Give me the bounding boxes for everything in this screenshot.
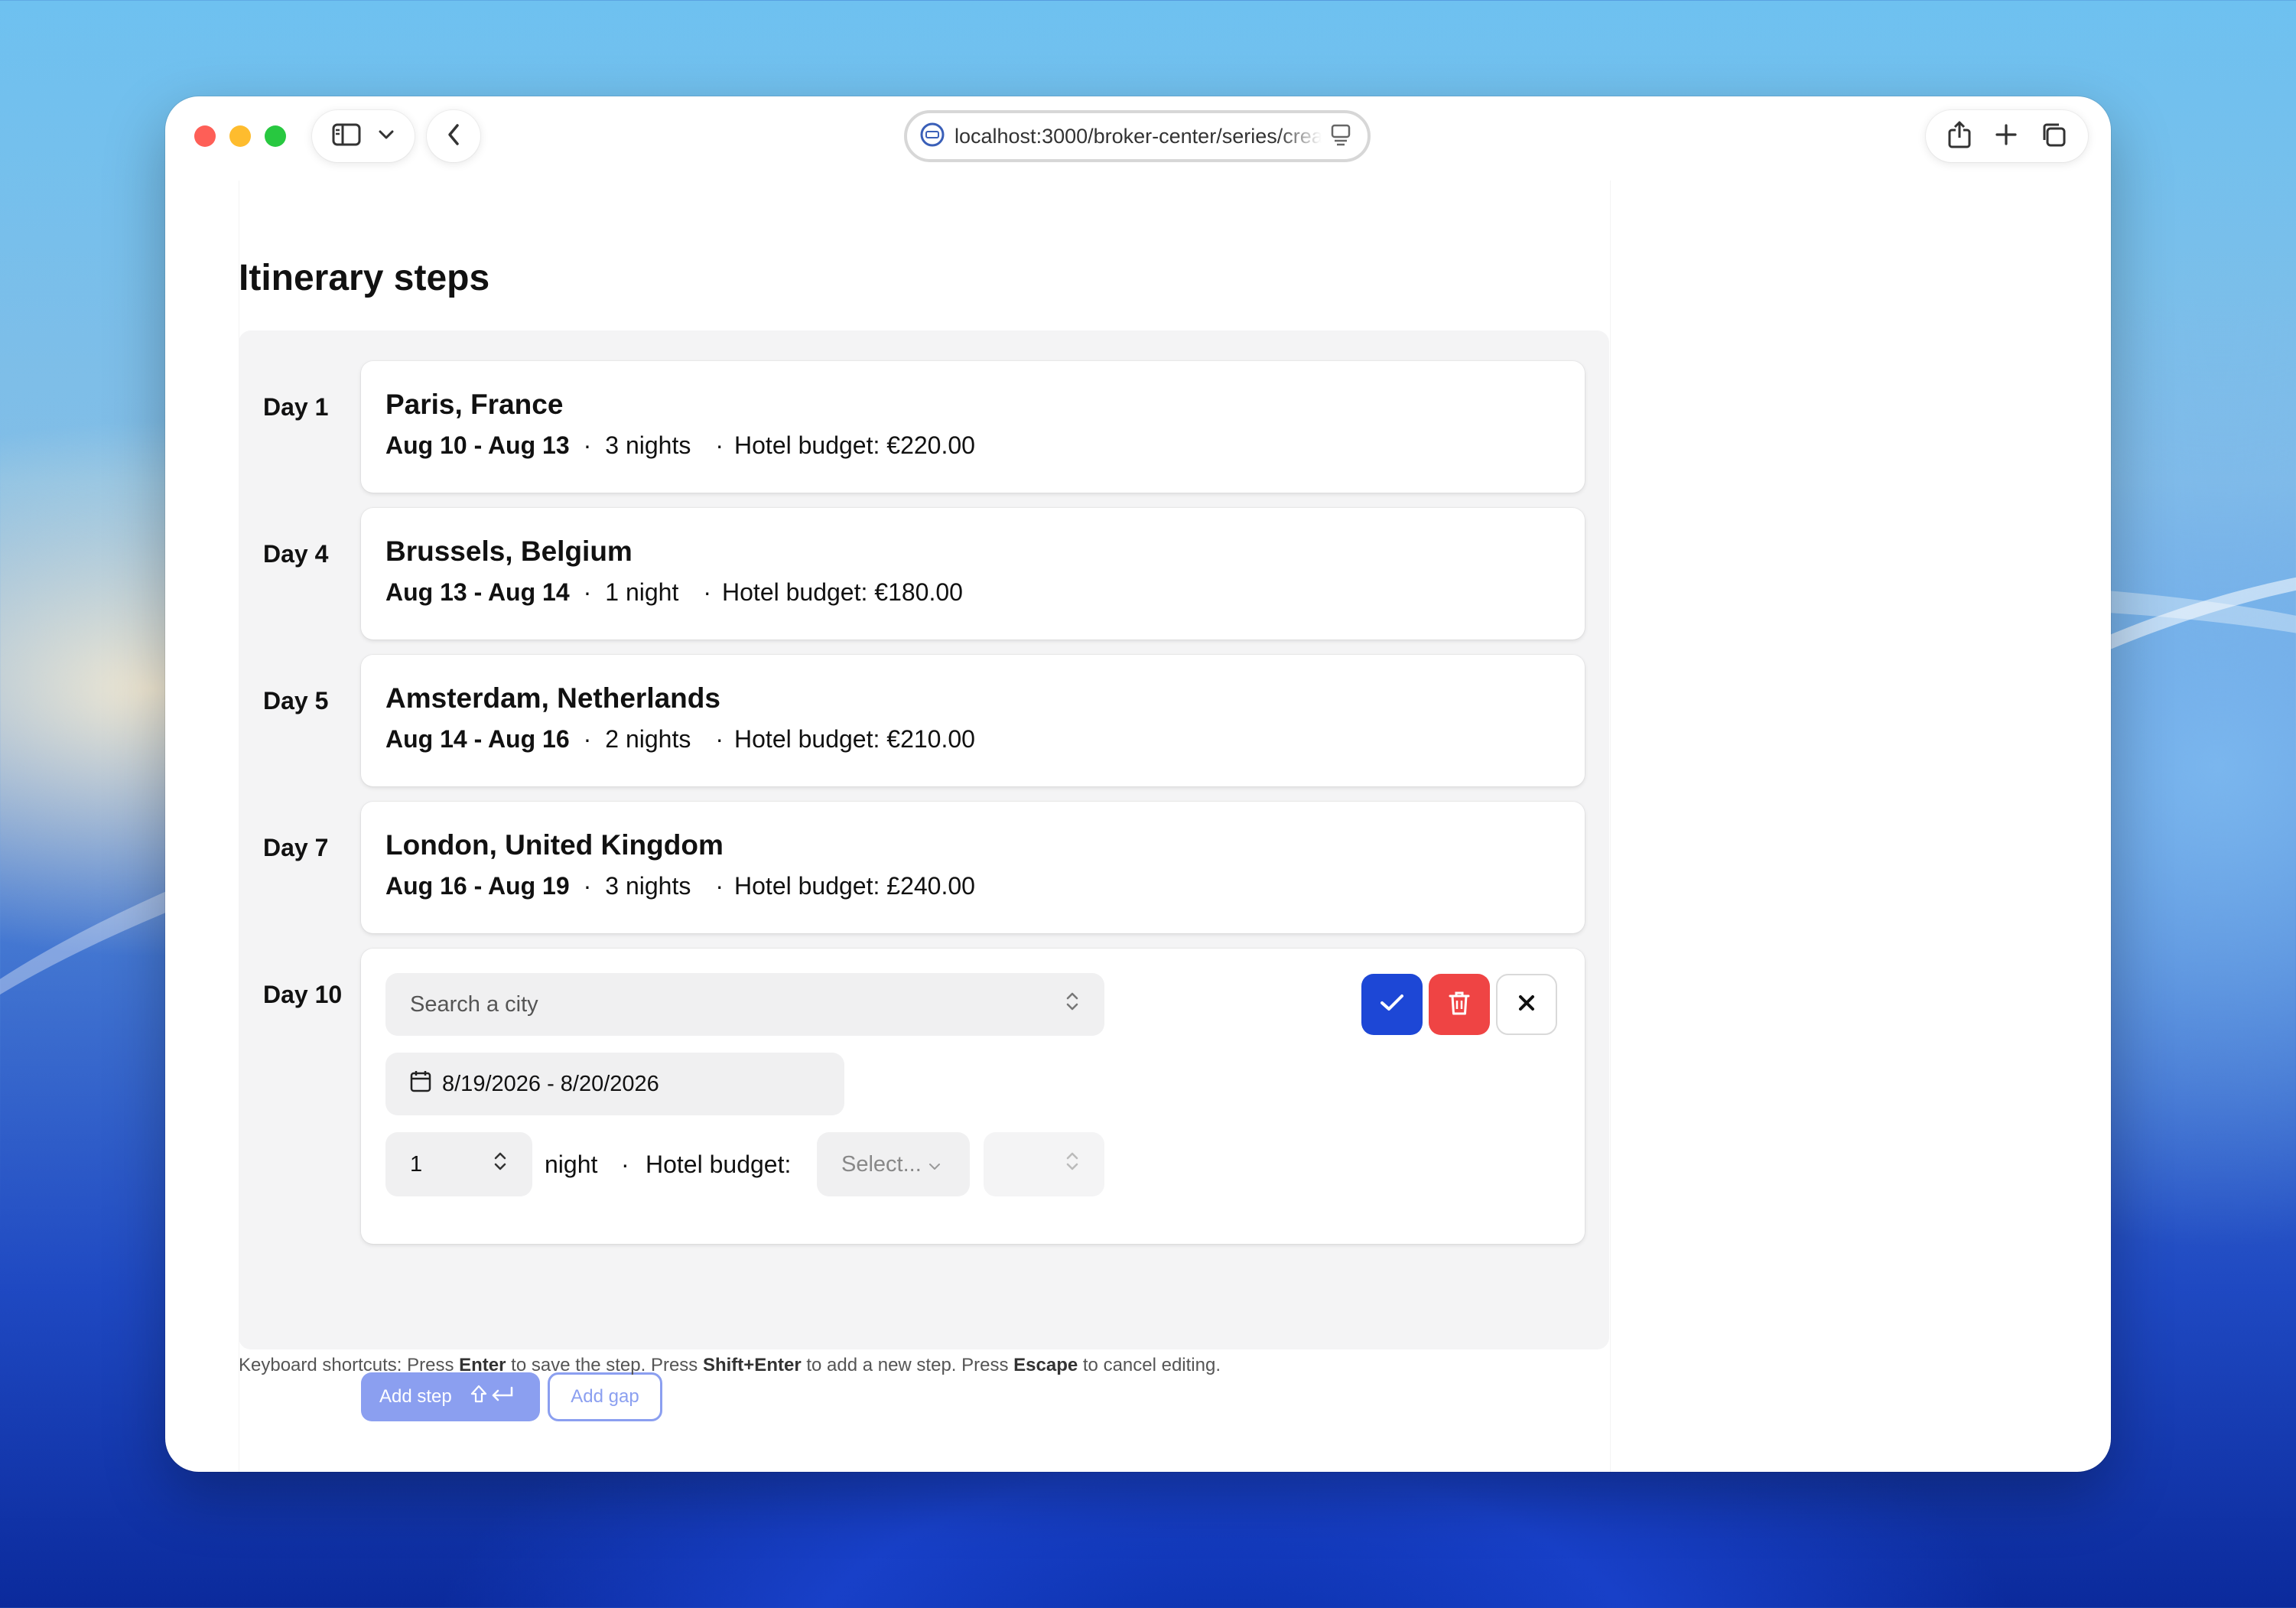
sidebar-toggle-button[interactable] bbox=[312, 110, 415, 162]
close-icon bbox=[1517, 993, 1537, 1017]
shift-enter-shortcut-icon bbox=[470, 1385, 515, 1410]
hint-text: to add a new step. Press bbox=[801, 1355, 1014, 1375]
step-nights: 2 nights bbox=[605, 725, 691, 753]
sidebar-icon bbox=[332, 123, 361, 150]
separator-dot: · bbox=[583, 578, 592, 606]
step-budget: Hotel budget: €180.00 bbox=[722, 578, 963, 606]
add-step-button[interactable]: Add step bbox=[361, 1372, 540, 1421]
nights-stepper[interactable]: 1 bbox=[385, 1132, 532, 1196]
nights-value: 1 bbox=[410, 1151, 423, 1177]
step-nights: 3 nights bbox=[605, 431, 691, 459]
itinerary-step-card[interactable]: Paris, France Aug 10 - Aug 13 · 3 nights… bbox=[361, 361, 1585, 493]
calendar-icon bbox=[410, 1069, 431, 1099]
tab-overview-icon[interactable] bbox=[2041, 122, 2067, 151]
share-icon[interactable] bbox=[1947, 120, 1972, 153]
hint-text: to cancel editing. bbox=[1078, 1355, 1221, 1375]
add-step-label: Add step bbox=[379, 1386, 452, 1407]
step-dates: Aug 16 - Aug 19 bbox=[385, 872, 570, 900]
separator-dot: · bbox=[583, 872, 592, 900]
city-search-combobox[interactable]: Search a city bbox=[385, 973, 1104, 1036]
check-icon bbox=[1379, 993, 1405, 1017]
step-meta: Aug 16 - Aug 19 · 3 nights · Hotel budge… bbox=[385, 872, 975, 900]
step-city: Brussels, Belgium bbox=[385, 535, 633, 567]
separator-dot: · bbox=[703, 578, 712, 606]
day-label: Day 7 bbox=[263, 834, 329, 861]
nights-unit-label: night bbox=[545, 1151, 598, 1178]
step-budget: Hotel budget: €220.00 bbox=[734, 431, 975, 459]
step-meta: Aug 14 - Aug 16 · 2 nights · Hotel budge… bbox=[385, 725, 975, 754]
zoom-window-button[interactable] bbox=[265, 125, 286, 147]
separator-dot: · bbox=[583, 431, 592, 459]
step-dates: Aug 13 - Aug 14 bbox=[385, 578, 570, 606]
add-gap-button[interactable]: Add gap bbox=[548, 1372, 662, 1421]
close-window-button[interactable] bbox=[194, 125, 216, 147]
step-nights: 3 nights bbox=[605, 872, 691, 900]
cancel-edit-button[interactable] bbox=[1496, 974, 1557, 1035]
budget-select-value: Select... bbox=[841, 1151, 922, 1177]
separator-dot: · bbox=[621, 1151, 629, 1178]
hint-text: to save the step. Press bbox=[506, 1355, 703, 1375]
city-search-placeholder: Search a city bbox=[410, 991, 538, 1017]
date-range-picker[interactable]: 8/19/2026 - 8/20/2026 bbox=[385, 1053, 844, 1115]
reader-icon[interactable] bbox=[1331, 123, 1351, 150]
day-label: Day 1 bbox=[263, 393, 329, 421]
step-city: London, United Kingdom bbox=[385, 829, 724, 861]
step-meta: Aug 13 - Aug 14 · 1 night · Hotel budget… bbox=[385, 578, 963, 607]
keyboard-shortcuts-hint: Keyboard shortcuts: Press Enter to save … bbox=[239, 1355, 1221, 1376]
new-tab-icon[interactable] bbox=[1995, 123, 2018, 150]
itinerary-step-card[interactable]: London, United Kingdom Aug 16 - Aug 19 ·… bbox=[361, 802, 1585, 933]
hint-text: Keyboard shortcuts: Press bbox=[239, 1355, 460, 1375]
step-budget: Hotel budget: £240.00 bbox=[734, 872, 975, 900]
itinerary-step-card[interactable]: Amsterdam, Netherlands Aug 14 - Aug 16 ·… bbox=[361, 655, 1585, 786]
chevrons-up-down-icon bbox=[1065, 1150, 1080, 1179]
hint-key: Shift+Enter bbox=[702, 1355, 802, 1375]
itinerary-panel: Day 1 Paris, France Aug 10 - Aug 13 · 3 … bbox=[239, 330, 1609, 1421]
address-url: localhost:3000/broker-center/series/crea… bbox=[954, 124, 1322, 148]
address-bar[interactable]: localhost:3000/broker-center/series/crea… bbox=[904, 110, 1371, 162]
chevron-left-icon bbox=[447, 123, 460, 150]
hotel-budget-label: Hotel budget: bbox=[646, 1151, 792, 1178]
day-label: Day 5 bbox=[263, 687, 329, 714]
delete-step-button[interactable] bbox=[1429, 974, 1490, 1035]
step-budget: Hotel budget: €210.00 bbox=[734, 725, 975, 753]
step-nights: 1 night bbox=[605, 578, 679, 606]
day-label: Day 10 bbox=[263, 981, 343, 1008]
trash-icon bbox=[1448, 990, 1471, 1020]
chevrons-up-down-icon bbox=[1065, 990, 1080, 1019]
budget-currency-select[interactable]: Select... bbox=[817, 1132, 970, 1196]
chevron-down-icon bbox=[928, 1152, 941, 1177]
step-city: Paris, France bbox=[385, 389, 564, 420]
separator-dot: · bbox=[715, 431, 724, 459]
hint-key: Escape bbox=[1013, 1355, 1078, 1375]
save-step-button[interactable] bbox=[1361, 974, 1423, 1035]
separator-dot: · bbox=[715, 872, 724, 900]
separator-dot: · bbox=[715, 725, 724, 753]
day-label: Day 4 bbox=[263, 540, 329, 568]
budget-amount-input[interactable] bbox=[984, 1132, 1104, 1196]
itinerary-step-card[interactable]: Brussels, Belgium Aug 13 - Aug 14 · 1 ni… bbox=[361, 508, 1585, 640]
hint-key: Enter bbox=[459, 1355, 506, 1375]
toolbar-right-group bbox=[1926, 110, 2088, 162]
browser-window: localhost:3000/broker-center/series/crea… bbox=[165, 96, 2111, 1472]
itinerary-step-editor: Search a city 8/19/2026 - 8/20/2026 1 ni… bbox=[361, 949, 1585, 1244]
separator-dot: · bbox=[583, 725, 592, 753]
step-city: Amsterdam, Netherlands bbox=[385, 682, 720, 714]
page-title: Itinerary steps bbox=[239, 258, 490, 298]
back-button[interactable] bbox=[427, 110, 480, 162]
date-range-value: 8/19/2026 - 8/20/2026 bbox=[442, 1071, 659, 1096]
step-meta: Aug 10 - Aug 13 · 3 nights · Hotel budge… bbox=[385, 431, 975, 460]
minimize-window-button[interactable] bbox=[229, 125, 251, 147]
chevrons-up-down-icon[interactable] bbox=[493, 1150, 508, 1179]
step-dates: Aug 10 - Aug 13 bbox=[385, 431, 570, 459]
step-dates: Aug 14 - Aug 16 bbox=[385, 725, 570, 753]
site-info-icon[interactable] bbox=[919, 122, 945, 151]
chevron-down-icon[interactable] bbox=[378, 129, 395, 144]
